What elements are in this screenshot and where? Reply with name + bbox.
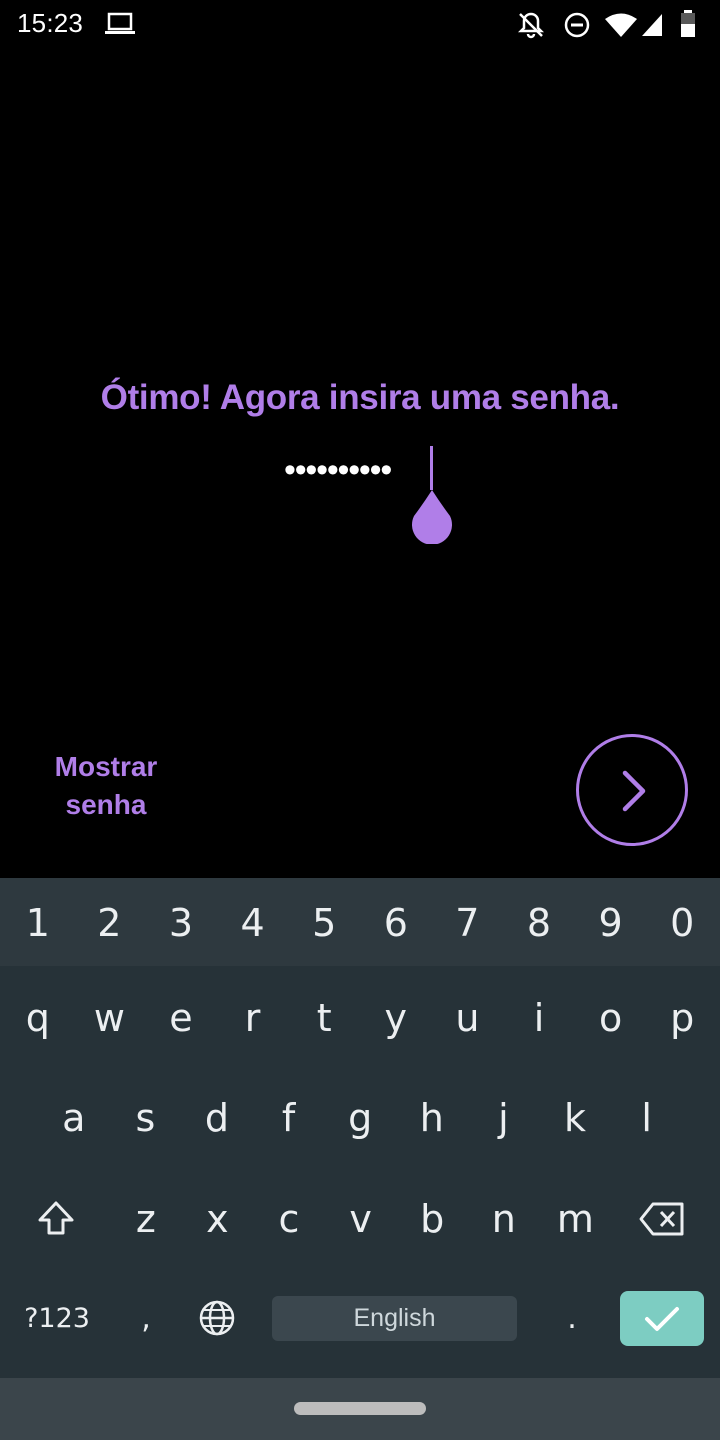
key-k[interactable]: k [539, 1073, 611, 1163]
key-l[interactable]: l [611, 1073, 683, 1163]
enter-key[interactable] [620, 1291, 704, 1346]
comma-key[interactable]: , [110, 1273, 182, 1363]
key-7[interactable]: 7 [432, 878, 504, 968]
key-r[interactable]: r [217, 973, 289, 1063]
key-8[interactable]: 8 [503, 878, 575, 968]
signal-icon [640, 12, 664, 43]
password-prompt: Ótimo! Agora insira uma senha. [100, 378, 620, 417]
key-z[interactable]: z [110, 1174, 182, 1264]
language-key[interactable] [186, 1273, 248, 1363]
backspace-icon [639, 1202, 684, 1236]
home-handle[interactable] [294, 1402, 426, 1415]
symbols-key[interactable]: ?123 [12, 1273, 102, 1363]
key-i[interactable]: i [503, 973, 575, 1063]
key-p[interactable]: p [646, 973, 718, 1063]
key-q[interactable]: q [2, 973, 74, 1063]
key-a[interactable]: a [38, 1073, 110, 1163]
check-icon [645, 1306, 679, 1331]
key-5[interactable]: 5 [288, 878, 360, 968]
shift-key[interactable] [8, 1174, 104, 1264]
key-9[interactable]: 9 [575, 878, 647, 968]
keyboard: ?123 , English . 1234567890 qwertyuiop asd… [0, 878, 720, 1378]
globe-icon [199, 1300, 235, 1336]
text-cursor [430, 446, 433, 490]
key-e[interactable]: e [145, 973, 217, 1063]
key-w[interactable]: w [74, 973, 146, 1063]
navigation-bar [0, 1378, 720, 1440]
cursor-handle[interactable] [408, 488, 456, 549]
backspace-key[interactable] [620, 1174, 704, 1264]
key-1[interactable]: 1 [2, 878, 74, 968]
key-v[interactable]: v [325, 1174, 397, 1264]
status-bar: 15:23 [0, 0, 720, 48]
password-value: •••••••••• [284, 451, 392, 489]
key-s[interactable]: s [110, 1073, 182, 1163]
status-time: 15:23 [17, 8, 84, 38]
key-0[interactable]: 0 [646, 878, 718, 968]
next-button[interactable] [576, 734, 688, 846]
key-f[interactable]: f [253, 1073, 325, 1163]
show-password-button[interactable]: Mostrar senha [36, 748, 176, 824]
key-x[interactable]: x [182, 1174, 254, 1264]
key-d[interactable]: d [181, 1073, 253, 1163]
key-t[interactable]: t [288, 973, 360, 1063]
key-g[interactable]: g [324, 1073, 396, 1163]
laptop-icon [104, 12, 136, 41]
key-o[interactable]: o [575, 973, 647, 1063]
period-key[interactable]: . [540, 1273, 604, 1363]
key-6[interactable]: 6 [360, 878, 432, 968]
wifi-icon [604, 12, 638, 43]
key-c[interactable]: c [253, 1174, 325, 1264]
shift-icon [38, 1201, 74, 1235]
key-3[interactable]: 3 [145, 878, 217, 968]
password-input[interactable]: •••••••••• [280, 444, 452, 545]
key-m[interactable]: m [540, 1174, 612, 1264]
bell-off-icon [516, 10, 546, 45]
battery-icon [680, 10, 696, 43]
key-h[interactable]: h [396, 1073, 468, 1163]
key-n[interactable]: n [468, 1174, 540, 1264]
key-y[interactable]: y [360, 973, 432, 1063]
dnd-icon [562, 10, 592, 45]
key-u[interactable]: u [432, 973, 504, 1063]
key-4[interactable]: 4 [217, 878, 289, 968]
key-b[interactable]: b [396, 1174, 468, 1264]
chevron-right-icon [622, 770, 646, 812]
space-key[interactable]: English [272, 1296, 517, 1341]
key-2[interactable]: 2 [74, 878, 146, 968]
key-j[interactable]: j [468, 1073, 540, 1163]
